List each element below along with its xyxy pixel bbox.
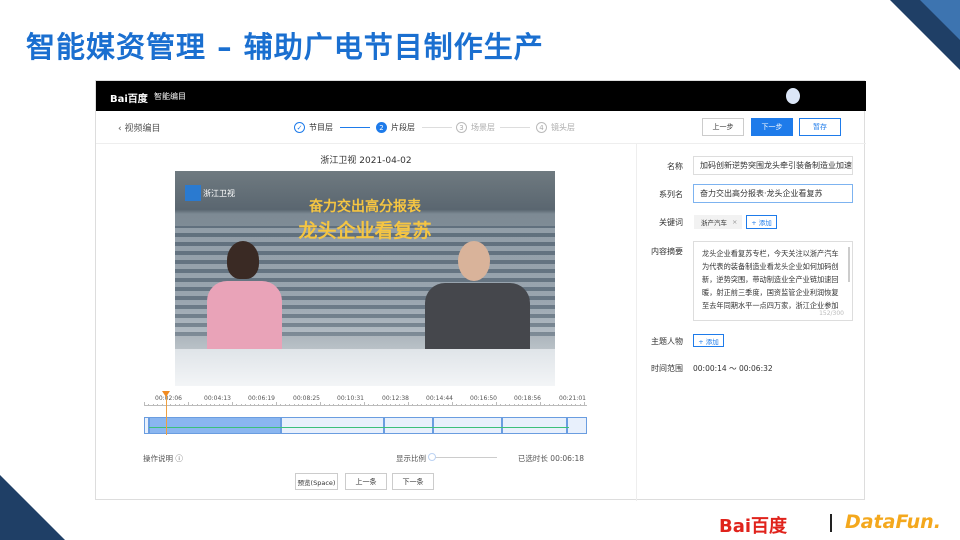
- baidu-footer-logo: Bai百度: [719, 512, 787, 538]
- slide-title: 智能媒资管理 – 辅助广电节目制作生产: [26, 30, 544, 64]
- step-label: 片段层: [391, 123, 415, 132]
- add-keyword-button[interactable]: + 添加: [746, 215, 777, 229]
- time-range-value: 00:00:14 ～ 00:06:32: [693, 364, 773, 373]
- keyword-tag: 浙产汽车 ×: [694, 215, 742, 229]
- scale-slider-thumb[interactable]: [428, 453, 436, 461]
- app-header: Bai百度 智能编目: [96, 81, 866, 111]
- step-1[interactable]: ✓ 节目层: [294, 122, 333, 133]
- char-counter: 152/300: [819, 310, 844, 317]
- anchor-male-head: [458, 241, 490, 281]
- timeline-tick-label: 00:04:13: [204, 395, 231, 402]
- info-icon: ⓘ: [175, 454, 183, 463]
- step-number: 2: [376, 122, 387, 133]
- name-label: 名称: [667, 162, 683, 171]
- timeline-segment[interactable]: [281, 417, 384, 434]
- timeline-tick-label: 00:06:19: [248, 395, 275, 402]
- step-4[interactable]: 4 镜头层: [536, 122, 575, 133]
- headline-2: 龙头企业看复苏: [298, 220, 432, 242]
- summary-label: 内容摘要: [651, 247, 683, 256]
- video-caption: 浙江卫视 2021-04-02: [320, 156, 412, 166]
- scrollbar[interactable]: [848, 247, 850, 282]
- timeline-tick-label: 00:16:50: [470, 395, 497, 402]
- people-label: 主题人物: [651, 337, 683, 346]
- close-icon[interactable]: ×: [732, 218, 737, 226]
- app-window: Bai百度 智能编目 ‹ 视频编目 ✓ 节目层 2 片段层 3 场景层 4 镜头层 上一…: [95, 80, 866, 501]
- playhead[interactable]: [166, 393, 167, 435]
- timeline-tick-label: 00:14:44: [426, 395, 453, 402]
- timeline-segment-selected[interactable]: [149, 417, 281, 434]
- summary-textarea[interactable]: 龙头企业看复苏专栏，今天关注以浙产汽车为代表的装备制造业看龙头企业如何加码创新，…: [693, 241, 853, 321]
- step-connector: [340, 127, 370, 128]
- scale-slider[interactable]: [429, 457, 497, 458]
- toolbar: ‹ 视频编目 ✓ 节目层 2 片段层 3 场景层 4 镜头层 上一步 下一步 暂存: [96, 111, 866, 144]
- next-step-button[interactable]: 下一步: [751, 118, 793, 136]
- timeline-tick-label: 00:18:56: [514, 395, 541, 402]
- news-desk: [175, 349, 555, 386]
- baidu-logo: Bai百度: [110, 94, 148, 105]
- series-label: 系列名: [659, 190, 683, 199]
- timeline-segment[interactable]: [384, 417, 433, 434]
- app-name: 智能编目: [154, 92, 186, 101]
- back-button[interactable]: ‹ 视频编目: [118, 121, 160, 134]
- next-item-button[interactable]: 下一条: [392, 473, 434, 490]
- step-label: 节目层: [309, 123, 333, 132]
- logo-divider: [830, 514, 832, 532]
- baidu-footer-text: Bai百度: [719, 516, 788, 537]
- datafun-logo: DataFun.: [845, 511, 941, 533]
- timeline-tick-label: 00:12:38: [382, 395, 409, 402]
- timeline-tick-label: 00:21:01: [559, 395, 586, 402]
- timeline-tick-label: 00:08:25: [293, 395, 320, 402]
- keyword-tag-label: 浙产汽车: [701, 219, 727, 227]
- timeline-segment[interactable]: [502, 417, 567, 434]
- keyword-label: 关键词: [659, 218, 683, 227]
- back-label: 视频编目: [124, 124, 161, 134]
- step-connector: [500, 127, 530, 128]
- timeline-track-line: [149, 427, 569, 428]
- playhead-handle-icon[interactable]: [162, 391, 170, 397]
- help-label: 操作说明: [143, 454, 173, 463]
- corner-decoration: [920, 0, 960, 40]
- summary-text: 龙头企业看复苏专栏，今天关注以浙产汽车为代表的装备制造业看龙头企业如何加码创新，…: [702, 249, 839, 310]
- headline-1: 奋力交出高分报表: [309, 199, 421, 215]
- step-label: 场景层: [471, 123, 495, 132]
- add-people-button[interactable]: + 添加: [693, 334, 724, 347]
- check-icon: ✓: [294, 122, 305, 133]
- preview-button[interactable]: 预览(Space): [295, 473, 338, 490]
- step-connector: [422, 127, 452, 128]
- step-label: 镜头层: [551, 123, 575, 132]
- avatar[interactable]: [786, 88, 800, 104]
- corner-decoration: [0, 475, 65, 540]
- time-range-label: 时间范围: [651, 364, 683, 373]
- prev-item-button[interactable]: 上一条: [345, 473, 387, 490]
- name-input[interactable]: 加码创新逆势突围龙头牵引装备制造业加速回: [693, 156, 853, 175]
- video-player[interactable]: 浙江卫视 奋力交出高分报表 龙头企业看复苏: [175, 171, 555, 386]
- step-3[interactable]: 3 场景层: [456, 122, 495, 133]
- scale-label: 显示比例: [396, 454, 426, 463]
- prev-step-button[interactable]: 上一步: [702, 118, 744, 136]
- selected-duration: 已选时长 00:06:18: [517, 454, 584, 463]
- save-draft-button[interactable]: 暂存: [799, 118, 841, 136]
- timeline-segment[interactable]: [567, 417, 587, 434]
- series-input[interactable]: 奋力交出高分报表·龙头企业看复苏: [693, 184, 853, 203]
- anchor-female-head: [227, 241, 259, 279]
- step-2[interactable]: 2 片段层: [376, 122, 415, 133]
- timeline-segment[interactable]: [433, 417, 502, 434]
- step-number: 3: [456, 122, 467, 133]
- timeline-tick-label: 00:10:31: [337, 395, 364, 402]
- help-link[interactable]: 操作说明 ⓘ: [143, 453, 183, 464]
- timeline-ruler: [144, 405, 587, 406]
- step-number: 4: [536, 122, 547, 133]
